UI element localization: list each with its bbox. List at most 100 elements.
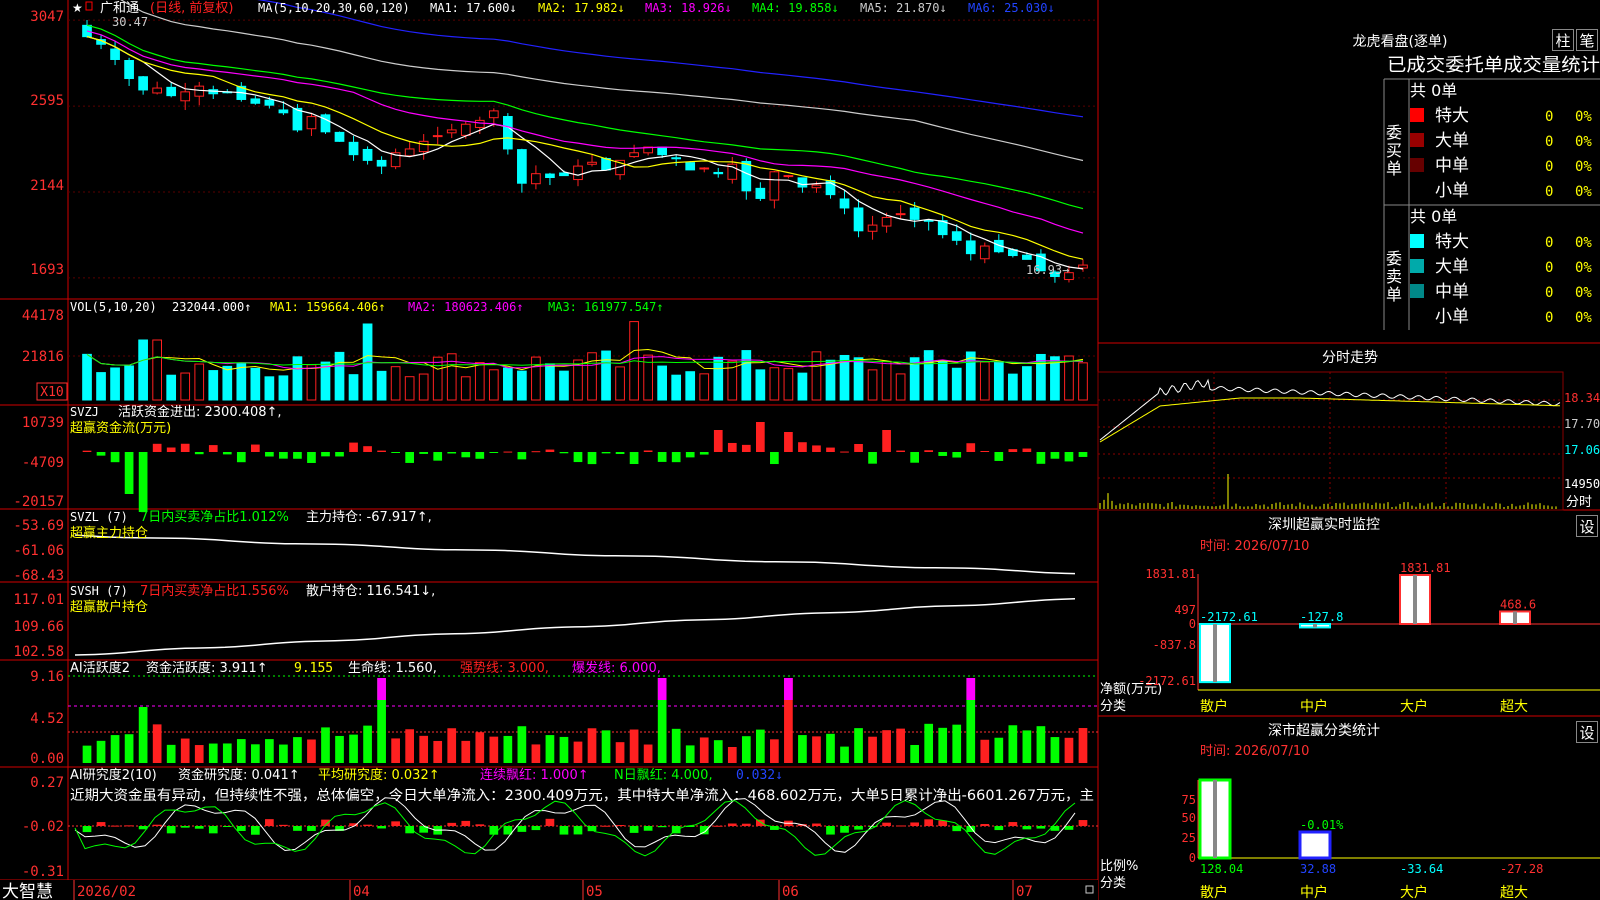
research-bar	[629, 826, 639, 833]
intraday-avg-line	[1099, 397, 1561, 443]
flow-bar	[82, 450, 92, 452]
flow-bar	[166, 447, 176, 452]
x-axis-label: 07	[1016, 884, 1033, 900]
candle-body	[376, 159, 387, 167]
volume-bar	[418, 373, 429, 401]
ai-research-tick: -0.31	[22, 864, 64, 880]
tick-view-button[interactable]: 笔	[1576, 29, 1598, 51]
volume-bar	[96, 372, 106, 401]
flow-bar	[1078, 452, 1088, 457]
research-bar	[854, 826, 863, 830]
volume-bar	[264, 376, 275, 401]
volume-bar	[124, 365, 134, 401]
activity-bar	[1036, 726, 1046, 763]
svsh-ratio: 7日内买卖净占比1.556%	[140, 583, 289, 599]
classify-settings-button[interactable]: 设	[1576, 721, 1598, 743]
flow-bar	[713, 430, 723, 452]
research-bar	[727, 823, 737, 826]
flow-bar	[293, 452, 302, 459]
intraday-tick: 17.70	[1564, 417, 1600, 431]
ma3-value: MA3: 18.926↓	[645, 1, 732, 15]
main-chart-area[interactable]: -2172.61 -127.8 1831.81 468.6 -0.01% 128.04 3…	[0, 0, 1600, 900]
research-bar	[882, 822, 891, 826]
flow-bar	[868, 452, 877, 464]
flow-bar	[363, 446, 372, 452]
svzl-holding: 主力持仓: -67.917↑,	[306, 510, 432, 525]
flow-bar	[461, 452, 471, 458]
activity-bar	[194, 745, 204, 763]
price-tick: 1693	[30, 262, 64, 278]
volume-bar	[811, 351, 822, 401]
ma-line-120	[257, 0, 1084, 118]
lhb-color-swatch	[1410, 133, 1424, 147]
ai-active-tick: 4.52	[30, 711, 64, 727]
candle-body	[951, 231, 962, 241]
monitor-bar-shade	[1413, 575, 1417, 624]
activity-bar	[980, 739, 990, 763]
flow-bar	[180, 443, 190, 452]
flow-bar	[475, 452, 485, 459]
candle-body	[1022, 254, 1032, 260]
svzj-tick: -20157	[13, 494, 64, 510]
flow-bar	[124, 452, 134, 494]
research-bar	[615, 825, 625, 827]
flow-bar	[601, 452, 611, 454]
activity-bar	[433, 740, 443, 763]
lhb-title: 龙虎看盘(逐单)	[1353, 33, 1448, 50]
volume-bar	[685, 371, 696, 401]
monitor-cat: 超大	[1500, 699, 1528, 715]
research-bar	[840, 826, 849, 833]
flow-bar	[349, 442, 358, 452]
lhb-row-pct: 0%	[1575, 134, 1592, 150]
ai-research-tick: -0.02	[22, 819, 64, 835]
flow-bar	[629, 452, 639, 465]
monitor-value: 468.6	[1500, 597, 1536, 611]
activity-bar	[265, 739, 274, 763]
ai-active-label: AI活跃度2	[70, 660, 130, 676]
activity-bar	[1050, 737, 1060, 763]
research-bar	[910, 822, 920, 826]
intraday-tick: 17.06	[1564, 443, 1600, 457]
ai-research-val5: 0.032↓	[736, 768, 783, 783]
candle-body	[587, 161, 597, 165]
activity-bar	[447, 728, 457, 763]
research-bar	[293, 826, 302, 831]
svsh-tick: 117.01	[13, 592, 64, 608]
lhb-row-name: 小单	[1435, 307, 1469, 327]
activity-bar	[545, 735, 555, 763]
lhb-row-pct: 0%	[1575, 260, 1592, 276]
lhb-row-name: 特大	[1435, 232, 1469, 252]
research-bar	[96, 822, 106, 826]
activity-bar	[180, 738, 190, 763]
research-bar	[391, 821, 400, 826]
lhb-row-pct: 0%	[1575, 285, 1592, 301]
flow-bar	[236, 452, 246, 463]
monitor-settings-button[interactable]: 设	[1576, 515, 1598, 537]
candle-body	[278, 109, 289, 114]
candle-body	[306, 116, 317, 130]
activity-bar	[699, 737, 709, 763]
volume-bar	[601, 350, 611, 401]
flow-bar	[405, 452, 415, 463]
flow-bar	[924, 450, 934, 452]
activity-bar	[461, 740, 471, 763]
candle-body	[685, 162, 696, 171]
activity-bar	[138, 707, 148, 763]
monitor-cat: 大户	[1400, 698, 1428, 715]
flow-bar	[685, 452, 695, 458]
activity-bar	[222, 743, 232, 763]
volume-bar	[334, 351, 345, 401]
bar-view-button[interactable]: 柱	[1552, 29, 1574, 51]
research-bar	[924, 819, 934, 826]
candle-body	[769, 171, 780, 201]
volume-bar	[825, 359, 836, 401]
research-bar	[545, 818, 555, 826]
lhb-row-count: 0	[1545, 109, 1553, 125]
candle-body	[110, 48, 120, 60]
candle-body	[531, 173, 541, 185]
monitor-cat: 散户	[1200, 698, 1228, 715]
vol-tick: 21816	[22, 349, 64, 365]
activity-bar	[321, 727, 330, 763]
candle-body	[881, 216, 892, 227]
flow-bar	[896, 450, 905, 452]
